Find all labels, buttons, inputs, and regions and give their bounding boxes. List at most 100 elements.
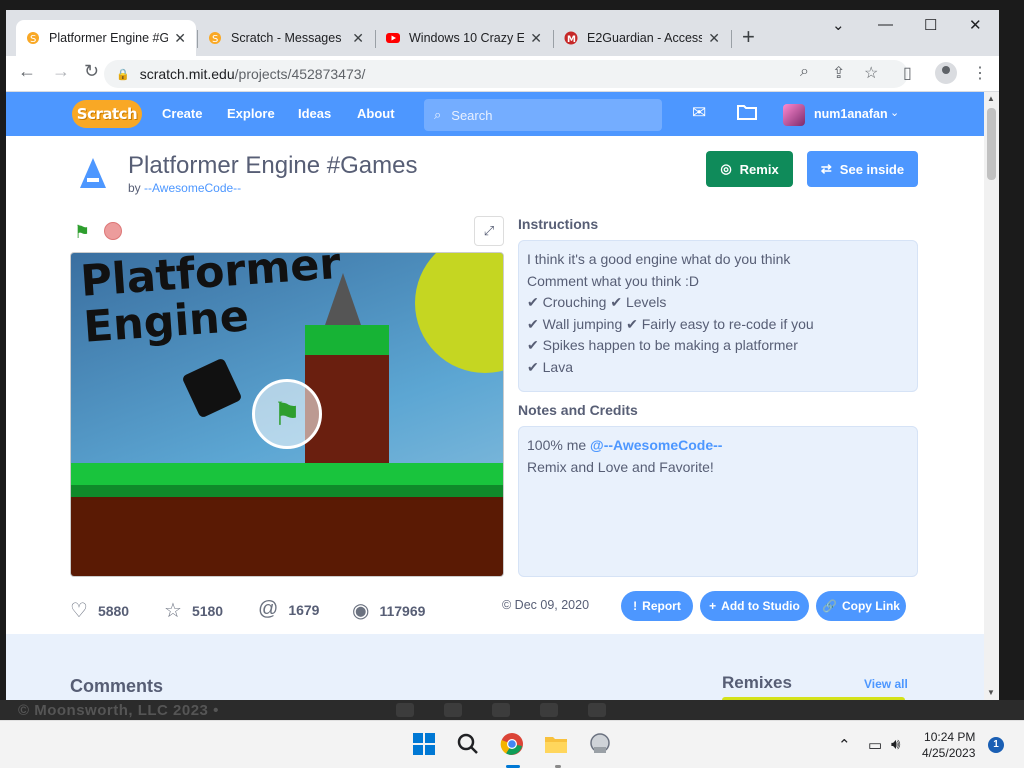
new-tab-button[interactable]: + bbox=[742, 24, 755, 50]
search-input[interactable]: ⌕ Search bbox=[424, 99, 662, 131]
remix-thumbnail[interactable] bbox=[722, 697, 905, 700]
page-scrollbar[interactable]: ▲ ▼ bbox=[984, 92, 999, 700]
desktop-footer-text: © Moonsworth, LLC 2023 • bbox=[18, 702, 219, 719]
green-flag-icon[interactable]: ⚑ bbox=[74, 222, 90, 243]
scroll-down-icon[interactable]: ▼ bbox=[987, 688, 995, 697]
nav-create[interactable]: Create bbox=[162, 106, 202, 121]
remix-spiral-icon: @ bbox=[258, 598, 279, 620]
see-inside-icon: ⇄ bbox=[820, 161, 832, 176]
share-date: © Dec 09, 2020 bbox=[502, 598, 590, 612]
lock-icon: 🔒 bbox=[116, 68, 130, 81]
copy-link-button[interactable]: 🔗 Copy Link bbox=[816, 591, 906, 621]
bookmark-star-icon[interactable]: ☆ bbox=[864, 63, 878, 83]
instructions-line: ✔ Spikes happen to be making a platforme… bbox=[527, 337, 798, 353]
by-label: by bbox=[128, 181, 141, 195]
project-title: Platformer Engine #Games bbox=[128, 152, 418, 179]
forward-arrow-icon[interactable]: → bbox=[52, 61, 70, 82]
stop-sign-icon[interactable] bbox=[104, 222, 122, 240]
user-avatar[interactable] bbox=[783, 104, 805, 126]
more-menu-icon[interactable]: ⋮ bbox=[972, 63, 988, 83]
view-all-link[interactable]: View all bbox=[864, 677, 908, 691]
instructions-line: ✔ Crouching ✔ Levels bbox=[527, 294, 667, 310]
zoom-icon[interactable]: ⌕ bbox=[800, 63, 809, 81]
mystuff-folder-icon[interactable] bbox=[737, 103, 757, 125]
report-button[interactable]: ! Report bbox=[621, 591, 693, 621]
link-icon: 🔗 bbox=[822, 599, 837, 613]
notification-badge[interactable]: 1 bbox=[988, 737, 1004, 753]
add-to-studio-button[interactable]: + Add to Studio bbox=[700, 591, 809, 621]
project-stage[interactable]: Platformer Engine ⚑ bbox=[70, 252, 504, 577]
scratch-favicon-icon: S bbox=[27, 32, 39, 45]
stage-pillar bbox=[305, 325, 389, 465]
url-host: scratch.mit.edu bbox=[139, 66, 235, 82]
remix-button[interactable]: ◎ Remix bbox=[706, 151, 793, 187]
tab-close-icon[interactable]: ✕ bbox=[708, 30, 720, 47]
tab-close-icon[interactable]: ✕ bbox=[352, 30, 364, 47]
nav-ideas[interactable]: Ideas bbox=[298, 106, 331, 121]
tray-chevron-up-icon[interactable]: ⌃ bbox=[838, 736, 851, 754]
author-mention-link[interactable]: @--AwesomeCode-- bbox=[590, 437, 722, 453]
tab-e2guardian[interactable]: M E2Guardian - Access Denied ✕ bbox=[554, 20, 730, 56]
love-stat[interactable]: ♡ 5880 bbox=[70, 598, 129, 623]
share-icon[interactable]: ⇪ bbox=[832, 63, 845, 83]
username[interactable]: num1anafan bbox=[814, 107, 888, 121]
search-icon[interactable] bbox=[454, 730, 482, 758]
scratch-navbar: Scratch Create Explore Ideas About ⌕ Sea… bbox=[6, 92, 984, 136]
project-thumbnail-icon bbox=[80, 158, 106, 188]
scrollbar-thumb[interactable] bbox=[987, 108, 996, 180]
favorite-count: 5180 bbox=[191, 602, 224, 619]
nav-explore[interactable]: Explore bbox=[227, 106, 275, 121]
reload-icon[interactable]: ↻ bbox=[84, 61, 99, 82]
address-bar[interactable]: 🔒 scratch.mit.edu/projects/452873473/ bbox=[104, 60, 908, 88]
volume-icon[interactable]: 🔊︎ bbox=[891, 736, 900, 753]
tab-search-button[interactable]: ⌄ bbox=[832, 16, 845, 34]
windows-start-icon[interactable] bbox=[410, 730, 438, 758]
scroll-up-icon[interactable]: ▲ bbox=[987, 94, 995, 103]
stage-sun bbox=[415, 253, 503, 373]
system-clock[interactable]: 10:24 PM 4/25/2023 bbox=[922, 729, 975, 761]
favorite-stat[interactable]: ☆ 5180 bbox=[164, 598, 223, 623]
eye-icon: ◉ bbox=[352, 600, 370, 622]
tab-youtube-video[interactable]: Windows 10 Crazy Error ✕ bbox=[376, 20, 552, 56]
plus-icon: + bbox=[709, 599, 717, 613]
stage-spike bbox=[325, 273, 361, 325]
profile-avatar-icon[interactable] bbox=[935, 62, 957, 84]
tab-close-icon[interactable]: ✕ bbox=[174, 30, 186, 47]
close-window-button[interactable]: ✕ bbox=[969, 16, 982, 34]
chrome-icon[interactable] bbox=[498, 730, 526, 758]
tab-title: Platformer Engine #Games on Scratch bbox=[49, 31, 169, 45]
tab-bar: S Platformer Engine #Games on Scratch ✕ … bbox=[6, 10, 999, 56]
instructions-line: Comment what you think :D bbox=[527, 272, 699, 289]
instructions-line: ✔ Lava bbox=[527, 358, 573, 375]
scratch-logo[interactable]: Scratch bbox=[72, 100, 142, 128]
love-count: 5880 bbox=[97, 602, 130, 619]
url-path: /projects/452873473/ bbox=[234, 66, 366, 82]
fullscreen-icon[interactable]: ⤢ bbox=[474, 216, 504, 246]
back-arrow-icon[interactable]: ← bbox=[18, 61, 36, 82]
see-inside-button[interactable]: ⇄ See inside bbox=[807, 151, 918, 187]
youtube-favicon-icon bbox=[386, 33, 400, 43]
file-explorer-icon[interactable] bbox=[542, 730, 570, 758]
tab-close-icon[interactable]: ✕ bbox=[530, 30, 542, 47]
author-link[interactable]: --AwesomeCode-- bbox=[144, 181, 241, 195]
remix-label: Remix bbox=[739, 161, 779, 177]
instructions-line: I think it's a good engine what do you t… bbox=[527, 251, 791, 267]
messages-icon[interactable]: ✉ bbox=[692, 103, 706, 123]
add-to-studio-label: Add to Studio bbox=[721, 599, 800, 613]
minimize-button[interactable]: — bbox=[878, 16, 893, 33]
maximize-button[interactable]: ☐ bbox=[924, 16, 937, 34]
app-icon[interactable] bbox=[586, 730, 614, 758]
report-icon: ! bbox=[633, 599, 638, 613]
play-green-flag-icon[interactable]: ⚑ bbox=[252, 379, 322, 449]
network-icon[interactable]: ▭ bbox=[868, 736, 882, 754]
tab-platformer-engine[interactable]: S Platformer Engine #Games on Scratch ✕ bbox=[16, 20, 196, 56]
remix-icon: ◎ bbox=[720, 161, 732, 176]
e2guardian-favicon-icon: M bbox=[564, 31, 578, 45]
nav-about[interactable]: About bbox=[357, 106, 395, 121]
chevron-down-icon[interactable]: ⌄ bbox=[890, 106, 899, 119]
tab-scratch-messages[interactable]: S Scratch - Messages ✕ bbox=[198, 20, 374, 56]
side-panel-icon[interactable]: ▯ bbox=[903, 63, 912, 83]
desktop-social-icons bbox=[396, 703, 606, 717]
notes-box: 100% me @--AwesomeCode-- Remix and Love … bbox=[518, 426, 918, 577]
remix-count: 1679 bbox=[288, 601, 320, 618]
